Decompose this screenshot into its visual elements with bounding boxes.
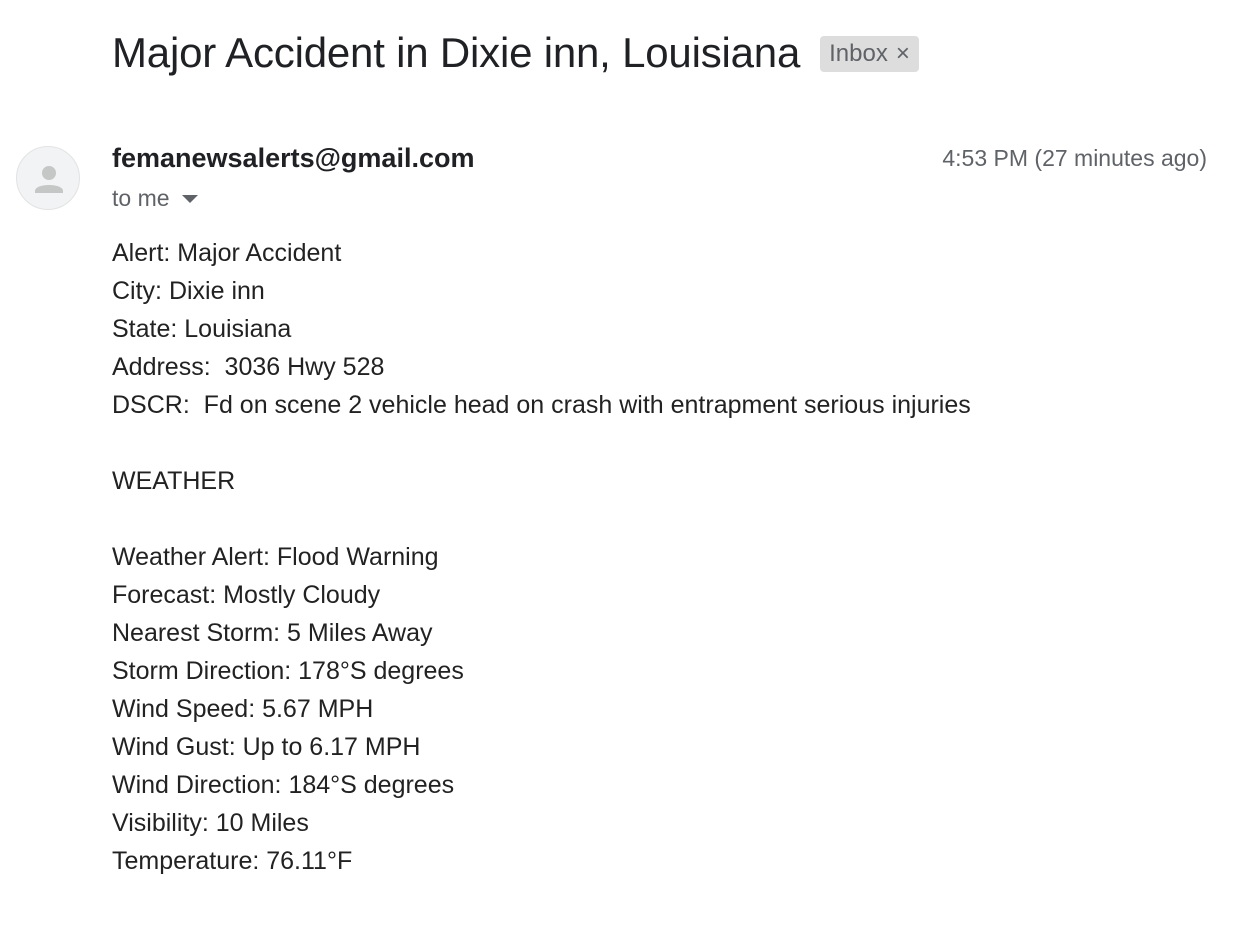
body-line-weather-heading: WEATHER [112, 467, 236, 495]
body-line-wind-speed: Wind Speed: 5.67 MPH [112, 695, 374, 723]
body-line-blank [112, 500, 1212, 538]
body-line-wind-gust: Wind Gust: Up to 6.17 MPH [112, 733, 421, 761]
body-line-state: State: Louisiana [112, 315, 292, 343]
recipient-label: to me [112, 185, 170, 211]
body-line-visibility: Visibility: 10 Miles [112, 809, 309, 837]
email-body: Alert: Major Accident City: Dixie inn St… [112, 234, 1212, 880]
person-icon [35, 166, 63, 193]
body-line-storm-direction: Storm Direction: 178°S degrees [112, 657, 464, 685]
body-line-address: Address: 3036 Hwy 528 [112, 353, 385, 381]
body-line-blank [112, 424, 1212, 462]
label-text: Inbox [829, 40, 888, 67]
body-line-city: City: Dixie inn [112, 277, 265, 305]
body-line-nearest-storm: Nearest Storm: 5 Miles Away [112, 619, 433, 647]
inbox-label-chip[interactable]: Inbox × [820, 36, 919, 72]
body-line-wind-direction: Wind Direction: 184°S degrees [112, 771, 455, 799]
sender-avatar[interactable] [16, 146, 80, 210]
sender-address[interactable]: femanewsalerts@gmail.com [112, 140, 474, 176]
subject-row: Major Accident in Dixie inn, Louisiana I… [112, 24, 919, 82]
body-line-description: DSCR: Fd on scene 2 vehicle head on cras… [112, 391, 971, 419]
body-line-weather-alert: Weather Alert: Flood Warning [112, 543, 439, 571]
recipient-details-toggle[interactable]: to me [112, 182, 198, 214]
body-line-forecast: Forecast: Mostly Cloudy [112, 581, 381, 609]
close-icon[interactable]: × [896, 36, 910, 72]
email-timestamp[interactable]: 4:53 PM (27 minutes ago) [942, 142, 1207, 174]
body-line-alert: Alert: Major Accident [112, 239, 342, 267]
email-subject: Major Accident in Dixie inn, Louisiana [112, 29, 801, 76]
body-line-temperature: Temperature: 76.11°F [112, 847, 353, 875]
caret-down-icon[interactable] [181, 195, 198, 203]
